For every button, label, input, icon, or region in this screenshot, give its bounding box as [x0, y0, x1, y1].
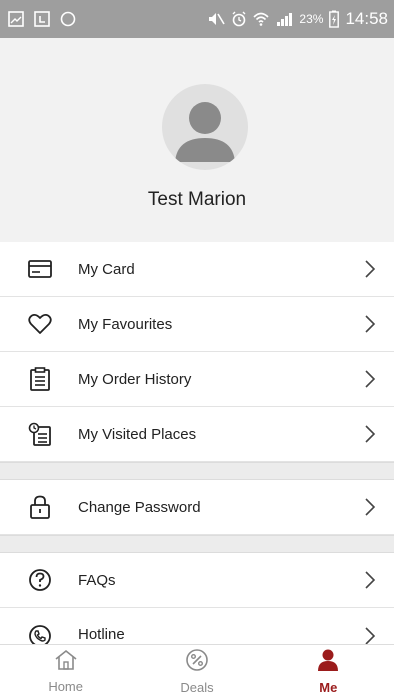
bottom-navigation: Home Deals Me — [0, 644, 394, 698]
chevron-right-icon — [365, 260, 376, 278]
card-icon — [28, 257, 52, 281]
tab-home[interactable]: Home — [0, 645, 131, 698]
image-notification-icon — [8, 11, 24, 27]
menu-item-my-favourites[interactable]: My Favourites — [0, 297, 394, 352]
menu-item-label: Hotline — [78, 626, 125, 643]
question-icon — [28, 568, 52, 592]
heart-icon — [28, 312, 52, 336]
menu-item-my-card[interactable]: My Card — [0, 242, 394, 297]
tab-me[interactable]: Me — [263, 645, 394, 698]
chevron-right-icon — [365, 498, 376, 516]
menu-item-label: FAQs — [78, 571, 116, 589]
alarm-icon — [231, 11, 247, 27]
menu-item-faqs[interactable]: FAQs — [0, 553, 394, 608]
visited-list-icon — [28, 422, 52, 446]
profile-name: Test Marion — [147, 189, 247, 210]
tab-label: Home — [48, 679, 83, 694]
menu-item-label: My Order History — [78, 370, 192, 388]
menu-item-my-order-history[interactable]: My Order History — [0, 352, 394, 407]
status-time: 14:58 — [345, 9, 388, 28]
signal-icon — [275, 11, 293, 27]
menu-item-change-password[interactable]: Change Password — [0, 480, 394, 535]
chevron-right-icon — [365, 315, 376, 333]
circle-notification-icon — [60, 11, 76, 27]
section-divider — [0, 462, 394, 480]
chevron-right-icon — [365, 425, 376, 443]
section-divider — [0, 535, 394, 553]
chevron-right-icon — [365, 627, 376, 644]
menu-item-label: My Card — [78, 260, 135, 278]
home-icon — [54, 649, 78, 676]
battery-percentage: 23% — [299, 12, 324, 26]
avatar[interactable] — [162, 84, 248, 170]
person-icon — [316, 648, 340, 677]
phone-icon — [28, 624, 52, 644]
menu-item-label: Change Password — [78, 498, 201, 516]
chevron-right-icon — [365, 370, 376, 388]
default-avatar-icon — [175, 102, 235, 162]
profile-header: Test Marion — [0, 38, 394, 242]
status-bar: 23% 14:58 — [0, 0, 394, 38]
menu-item-my-visited-places[interactable]: My Visited Places — [0, 407, 394, 462]
percent-icon — [185, 648, 209, 677]
menu-item-label: My Favourites — [78, 315, 173, 333]
menu-item-hotline[interactable]: Hotline — [0, 608, 394, 644]
download-notification-icon — [34, 11, 50, 27]
clipboard-icon — [28, 367, 52, 391]
menu-item-label: My Visited Places — [78, 425, 197, 443]
mute-icon — [207, 11, 226, 27]
tab-label: Me — [319, 680, 338, 695]
tab-label: Deals — [180, 680, 214, 695]
tab-deals[interactable]: Deals — [131, 645, 262, 698]
wifi-icon — [253, 11, 269, 27]
lock-icon — [28, 495, 52, 519]
battery-charging-icon — [329, 10, 340, 28]
chevron-right-icon — [365, 571, 376, 589]
